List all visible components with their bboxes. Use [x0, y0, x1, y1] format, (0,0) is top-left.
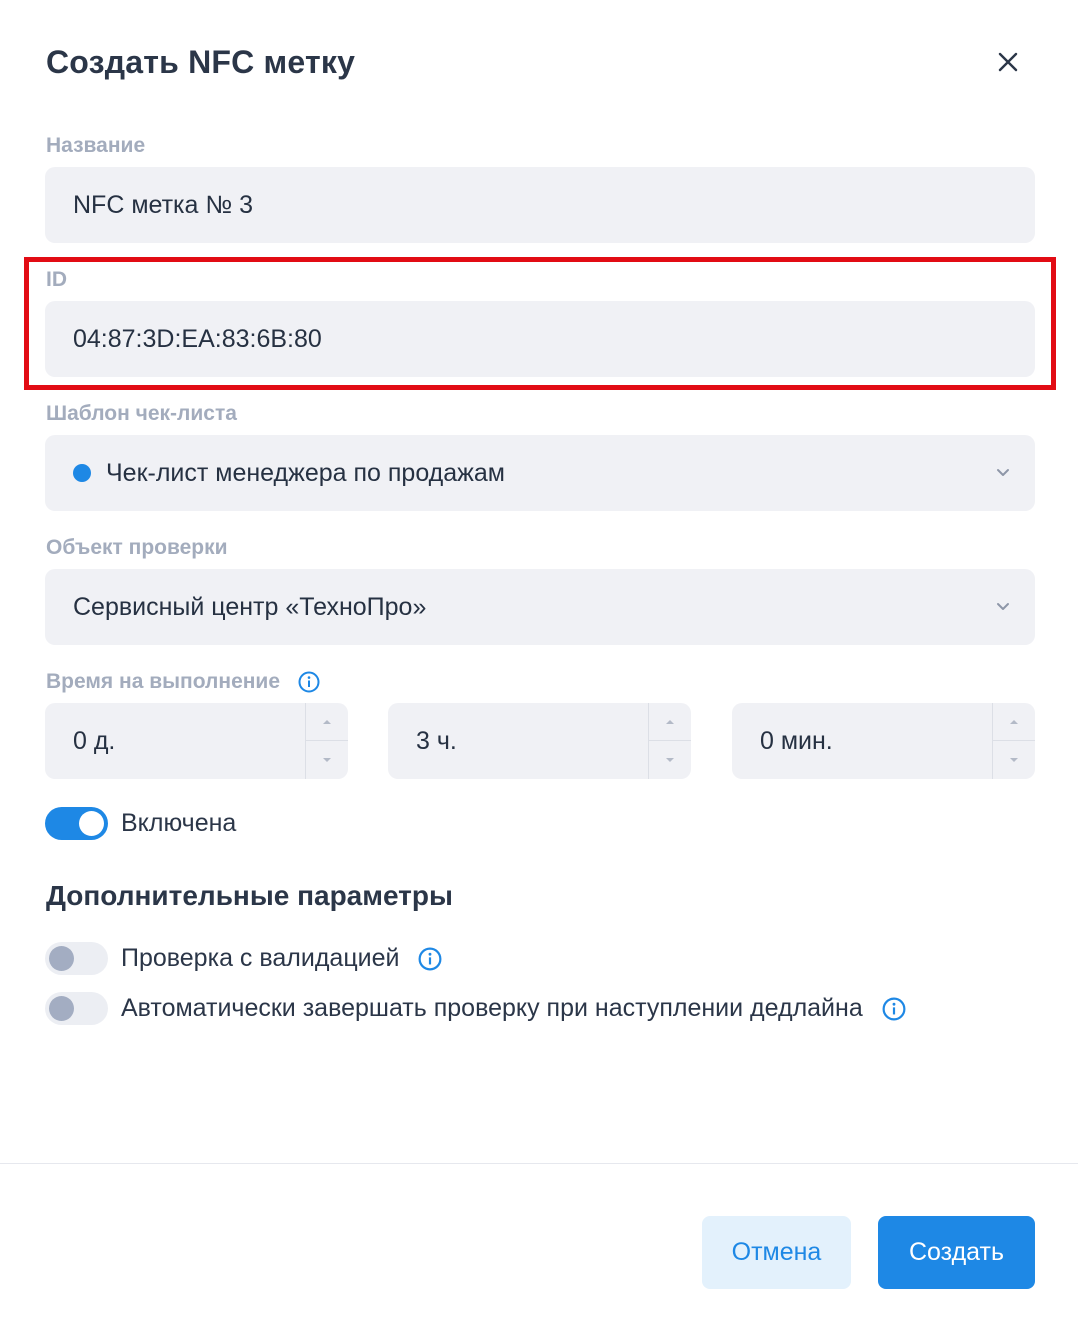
info-icon[interactable] — [882, 997, 906, 1021]
create-button[interactable]: Создать — [878, 1216, 1035, 1289]
template-label: Шаблон чек-листа — [46, 402, 237, 425]
chevron-down-icon — [997, 469, 1009, 476]
hours-increment-button[interactable] — [649, 703, 691, 741]
create-nfc-tag-dialog: Создать NFC метку Название NFC метка № 3… — [0, 0, 1078, 1330]
chevron-down-icon — [997, 603, 1009, 610]
toggle-knob — [49, 946, 74, 971]
arrow-down-icon — [323, 758, 331, 762]
time-label-text: Время на выполнение — [46, 670, 281, 693]
name-input[interactable]: NFC метка № 3 — [45, 167, 1035, 243]
days-value: 0 д. — [73, 727, 116, 755]
arrow-down-icon — [1010, 758, 1018, 762]
additional-params-title: Дополнительные параметры — [46, 880, 453, 911]
object-value: Сервисный центр «ТехноПро» — [73, 592, 427, 621]
days-stepper-arrows — [305, 703, 348, 779]
arrow-up-icon — [1010, 719, 1018, 724]
enabled-toggle-label: Включена — [121, 809, 237, 837]
template-color-dot — [73, 464, 91, 482]
hours-decrement-button[interactable] — [649, 741, 691, 779]
arrow-up-icon — [666, 719, 674, 724]
validation-toggle-label: Проверка с валидацией — [121, 944, 400, 972]
template-value: Чек-лист менеджера по продажам — [106, 458, 505, 487]
time-label: Время на выполнение — [46, 670, 320, 694]
hours-stepper[interactable]: 3 ч. — [388, 703, 691, 779]
auto-complete-toggle[interactable] — [45, 992, 108, 1025]
minutes-stepper-arrows — [992, 703, 1035, 779]
toggle-knob — [49, 996, 74, 1021]
close-button[interactable] — [990, 44, 1026, 80]
auto-complete-toggle-row: Автоматически завершать проверку при нас… — [121, 994, 906, 1023]
object-select[interactable]: Сервисный центр «ТехноПро» — [45, 569, 1035, 645]
object-label: Объект проверки — [46, 536, 228, 559]
enabled-toggle[interactable] — [45, 807, 108, 840]
name-value: NFC метка № 3 — [73, 190, 254, 219]
minutes-stepper[interactable]: 0 мин. — [732, 703, 1035, 779]
validation-toggle[interactable] — [45, 942, 108, 975]
minutes-increment-button[interactable] — [993, 703, 1035, 741]
days-decrement-button[interactable] — [306, 741, 348, 779]
template-select[interactable]: Чек-лист менеджера по продажам — [45, 435, 1035, 511]
dialog-title: Создать NFC метку — [46, 44, 356, 80]
arrow-up-icon — [323, 719, 331, 724]
close-icon — [998, 52, 1018, 72]
arrow-down-icon — [666, 758, 674, 762]
id-input[interactable]: 04:87:3D:EA:83:6B:80 — [45, 301, 1035, 377]
validation-toggle-row: Проверка с валидацией — [121, 944, 442, 973]
info-icon[interactable] — [298, 671, 320, 693]
id-value: 04:87:3D:EA:83:6B:80 — [73, 324, 322, 353]
minutes-decrement-button[interactable] — [993, 741, 1035, 779]
days-increment-button[interactable] — [306, 703, 348, 741]
id-label: ID — [46, 268, 67, 291]
info-icon[interactable] — [418, 947, 442, 971]
name-label: Название — [46, 134, 146, 157]
hours-stepper-arrows — [648, 703, 691, 779]
days-stepper[interactable]: 0 д. — [45, 703, 348, 779]
minutes-value: 0 мин. — [760, 727, 833, 755]
cancel-button[interactable]: Отмена — [702, 1216, 851, 1289]
toggle-knob — [79, 811, 104, 836]
hours-value: 3 ч. — [416, 727, 457, 755]
footer-divider — [0, 1163, 1078, 1164]
auto-complete-toggle-label: Автоматически завершать проверку при нас… — [121, 994, 863, 1022]
